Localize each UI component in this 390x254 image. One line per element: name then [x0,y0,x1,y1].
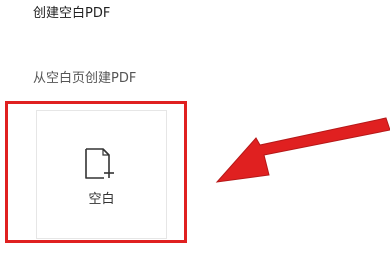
highlight-annotation-box [5,101,187,243]
section-label: 从空白页创建PDF [33,71,137,86]
pointer-arrow-icon [215,117,390,183]
page-title: 创建空白PDF [33,6,111,21]
